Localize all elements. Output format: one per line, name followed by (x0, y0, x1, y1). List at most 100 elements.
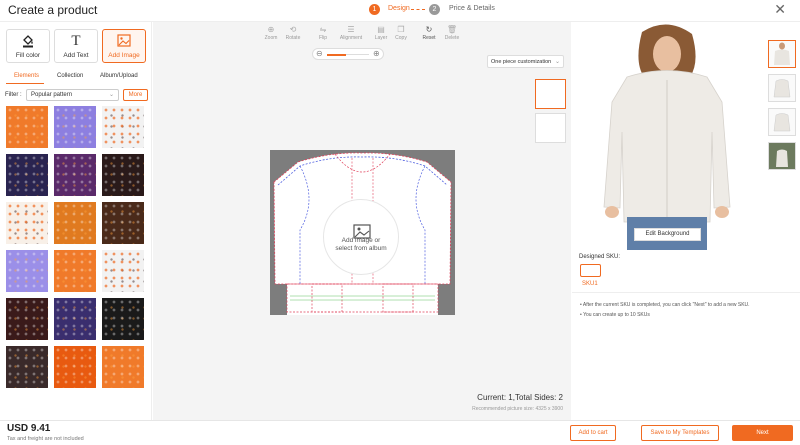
pattern-thumbnail[interactable] (54, 202, 96, 244)
right-panel: Edit Background Designed SKU: SKU1 • Aft… (572, 22, 800, 420)
zoom-in-icon[interactable]: ⊕ (373, 49, 380, 58)
preview-thumb-2[interactable] (768, 74, 796, 102)
add-text-button[interactable]: T Add Text (54, 29, 98, 63)
zoom-slider[interactable]: ⊖ ⊕ (312, 48, 384, 60)
left-panel: Fill color T Add Text Add Image Elements… (0, 22, 152, 420)
pattern-thumbnail[interactable] (6, 346, 48, 388)
thumb-hoodie-flat (773, 79, 791, 98)
sku-name: SKU1 (582, 281, 598, 287)
preview-thumb-4[interactable] (768, 142, 796, 170)
pattern-thumbnail[interactable] (102, 250, 144, 292)
edit-background-button[interactable]: Edit Background (634, 228, 701, 241)
tax-note: Tax and freight are not included (7, 436, 84, 442)
alignment-label: Alignment (339, 35, 363, 41)
sku-note-1: • After the current SKU is completed, yo… (580, 302, 750, 308)
side-thumb-front[interactable] (535, 79, 566, 109)
preview-thumb-3[interactable] (768, 108, 796, 136)
rotate-tool[interactable]: ⟲ Rotate (283, 25, 303, 41)
reset-label: Reset (422, 35, 436, 41)
tab-collection[interactable]: Collection (57, 73, 83, 79)
flip-icon: ⇋ (319, 25, 327, 34)
design-canvas-area: ⊕ Zoom ⟲ Rotate ⇋ Flip ☰ Alignment ▤ Layer ❐ C… (153, 22, 571, 420)
sku-swatch[interactable] (580, 264, 601, 277)
alignment-icon: ☰ (347, 25, 355, 34)
add-text-label: Add Text (63, 52, 89, 59)
top-bar: Create a product 1 Design 2 Price & Deta… (0, 0, 800, 22)
active-tab-indicator (6, 83, 44, 84)
tab-elements[interactable]: Elements (14, 73, 39, 79)
customization-select[interactable]: One piece customization ⌄ (487, 55, 564, 68)
tab-album-upload[interactable]: Album/Upload (100, 73, 138, 79)
layer-icon: ▤ (377, 25, 385, 34)
fill-color-button[interactable]: Fill color (6, 29, 50, 63)
pattern-thumbnail[interactable] (102, 154, 144, 196)
copy-label: Copy (395, 35, 407, 41)
preview-thumb-1[interactable] (768, 40, 796, 68)
pattern-thumbnail[interactable] (102, 298, 144, 340)
filter-label: Filter : (5, 92, 22, 98)
pattern-thumbnail[interactable] (102, 106, 144, 148)
sku-note-2: • You can create up to 10 SKUs (580, 312, 650, 318)
footer-bar: USD 9.41 Tax and freight are not include… (0, 420, 800, 445)
pattern-thumbnail[interactable] (6, 154, 48, 196)
thumb-lifestyle (769, 143, 795, 169)
chevron-down-icon: ⌄ (108, 92, 114, 98)
price: USD 9.41 (7, 423, 51, 434)
add-image-hint[interactable]: Add image or select from album (327, 237, 395, 253)
pattern-thumbnail[interactable] (6, 298, 48, 340)
side-thumb-back[interactable] (535, 113, 566, 143)
delete-label: Delete (444, 35, 460, 41)
add-image-label: Add Image (108, 52, 140, 59)
step-2-badge: 2 (429, 4, 440, 15)
alignment-tool[interactable]: ☰ Alignment (338, 25, 364, 41)
step-design-label[interactable]: Design (388, 5, 410, 12)
filter-select[interactable]: Popular pattern ⌄ (26, 89, 119, 101)
zoom-icon: ⊕ (267, 25, 275, 34)
page-title: Create a product (8, 3, 98, 17)
sides-counter: Current: 1,Total Sides: 2 (477, 393, 563, 402)
pattern-thumbnail[interactable] (54, 154, 96, 196)
layer-tool[interactable]: ▤ Layer (371, 25, 391, 41)
reset-tool[interactable]: ↻ Reset (419, 25, 439, 41)
flip-tool[interactable]: ⇋ Flip (313, 25, 333, 41)
pattern-thumbnail[interactable] (54, 346, 96, 388)
zoom-tool[interactable]: ⊕ Zoom (261, 25, 281, 41)
pattern-thumbnail[interactable] (102, 346, 144, 388)
pattern-thumbnail[interactable] (6, 106, 48, 148)
close-icon[interactable]: ✕ (774, 1, 786, 18)
thumb-hoodie-back (773, 113, 791, 132)
designed-sku-label: Designed SKU: (579, 254, 621, 260)
delete-tool[interactable]: 🗑 Delete (442, 25, 462, 41)
fill-color-label: Fill color (15, 52, 41, 59)
flip-label: Flip (318, 35, 328, 41)
add-image-line2: select from album (335, 245, 387, 252)
step-connector (411, 9, 425, 10)
step-price-label[interactable]: Price & Details (449, 5, 495, 12)
save-to-templates-button[interactable]: Save to My Templates (641, 425, 719, 441)
filter-value: Popular pattern (31, 92, 73, 98)
zoom-label: Zoom (264, 35, 278, 41)
model-hoodie-image (572, 22, 762, 250)
paint-bucket-icon (7, 34, 49, 51)
add-to-cart-button[interactable]: Add to cart (570, 425, 616, 441)
pattern-thumbnail[interactable] (54, 298, 96, 340)
pattern-thumbnail[interactable] (54, 250, 96, 292)
more-button[interactable]: More (123, 89, 148, 101)
customization-value: One piece customization (491, 59, 552, 65)
rotate-icon: ⟲ (289, 25, 297, 34)
pattern-thumbnail[interactable] (102, 202, 144, 244)
pattern-thumbnail[interactable] (6, 202, 48, 244)
copy-tool[interactable]: ❐ Copy (391, 25, 411, 41)
zoom-out-icon[interactable]: ⊖ (316, 49, 323, 58)
sku-notes: • After the current SKU is completed, yo… (572, 292, 800, 322)
add-image-button[interactable]: Add Image (102, 29, 146, 63)
pattern-thumbnail[interactable] (54, 106, 96, 148)
sku-note-2-text: You can create up to 10 SKUs (583, 312, 650, 318)
thumb-model-front (774, 42, 790, 65)
text-icon: T (71, 33, 81, 49)
chevron-down-icon: ⌄ (554, 59, 560, 65)
rotate-label: Rotate (285, 35, 301, 41)
next-button[interactable]: Next (732, 425, 793, 441)
copy-icon: ❐ (397, 25, 405, 34)
pattern-thumbnail[interactable] (6, 250, 48, 292)
